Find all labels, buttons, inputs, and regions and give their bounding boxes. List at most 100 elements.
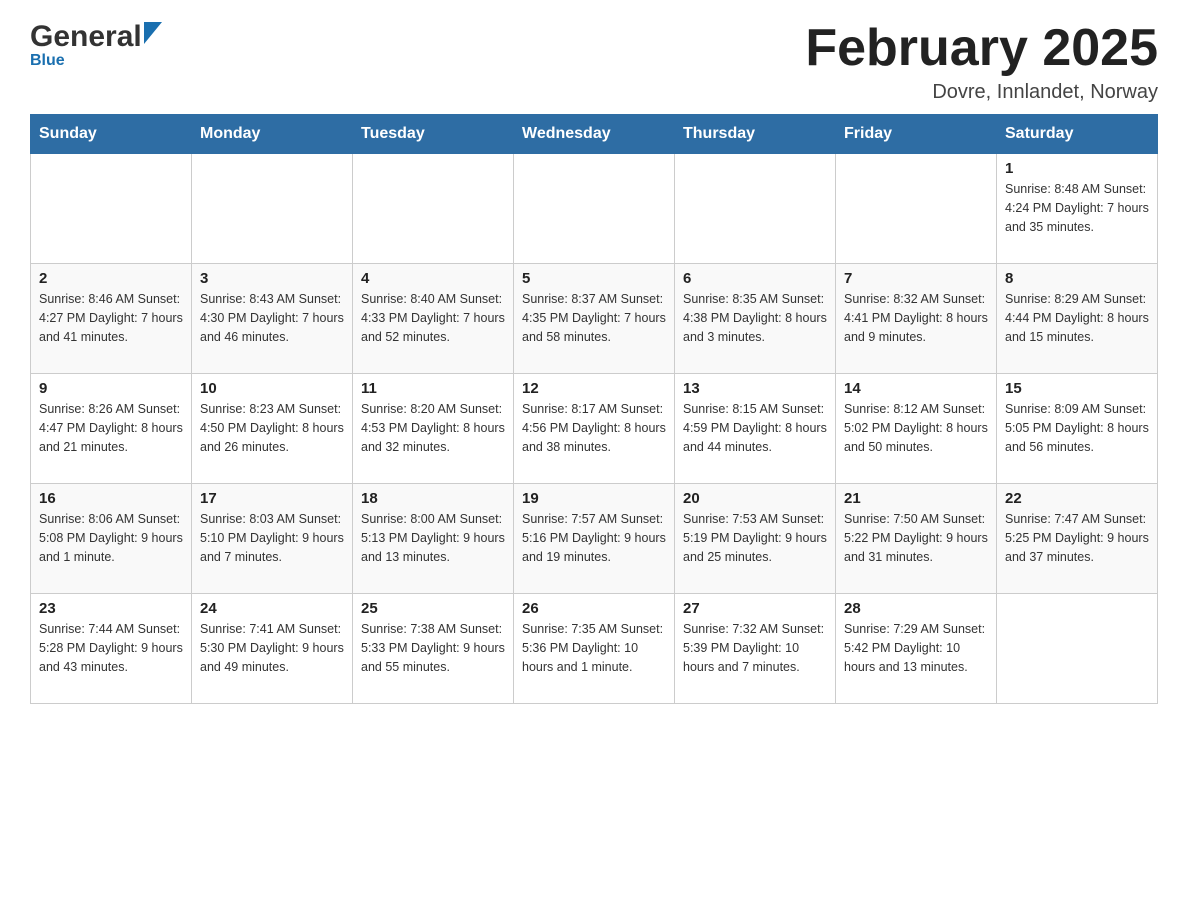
table-row <box>192 154 353 264</box>
table-row: 10 Sunrise: 8:23 AM Sunset: 4:50 PM Dayli… <box>192 374 353 484</box>
header-monday: Monday <box>192 115 353 154</box>
table-row: 4 Sunrise: 8:40 AM Sunset: 4:33 PM Daylig… <box>353 264 514 374</box>
day-number: 24 <box>200 600 344 617</box>
header-wednesday: Wednesday <box>514 115 675 154</box>
day-number: 3 <box>200 270 344 287</box>
day-number: 10 <box>200 380 344 397</box>
day-number: 7 <box>844 270 988 287</box>
day-info: Sunrise: 7:44 AM Sunset: 5:28 PM Dayligh… <box>39 620 183 676</box>
day-number: 5 <box>522 270 666 287</box>
calendar-week-row: 16Sunrise: 8:06 AM Sunset: 5:08 PM Dayli… <box>31 484 1158 594</box>
day-number: 19 <box>522 490 666 507</box>
day-info: Sunrise: 8:03 AM Sunset: 5:10 PM Dayligh… <box>200 510 344 566</box>
day-info: Sunrise: 7:47 AM Sunset: 5:25 PM Dayligh… <box>1005 510 1149 566</box>
day-info: Sunrise: 8:06 AM Sunset: 5:08 PM Dayligh… <box>39 510 183 566</box>
day-info: Sunrise: 8:15 AM Sunset: 4:59 PM Dayligh… <box>683 400 827 456</box>
day-info: Sunrise: 8:00 AM Sunset: 5:13 PM Dayligh… <box>361 510 505 566</box>
day-info: Sunrise: 8:37 AM Sunset: 4:35 PM Dayligh… <box>522 290 666 346</box>
table-row: 24 Sunrise: 7:41 AM Sunset: 5:30 PM Dayli… <box>192 594 353 704</box>
logo: General Blue <box>30 20 162 70</box>
table-row: 9 Sunrise: 8:26 AM Sunset: 4:47 PM Daylig… <box>31 374 192 484</box>
table-row: 1 Sunrise: 8:48 AM Sunset: 4:24 PM Daylig… <box>997 154 1158 264</box>
day-info: Sunrise: 7:50 AM Sunset: 5:22 PM Dayligh… <box>844 510 988 566</box>
table-row: 18 Sunrise: 8:00 AM Sunset: 5:13 PM Dayli… <box>353 484 514 594</box>
day-info: Sunrise: 8:09 AM Sunset: 5:05 PM Dayligh… <box>1005 400 1149 456</box>
calendar-week-row: 23 Sunrise: 7:44 AM Sunset: 5:28 PM Dayli… <box>31 594 1158 704</box>
calendar-week-row: 1 Sunrise: 8:48 AM Sunset: 4:24 PM Daylig… <box>31 154 1158 264</box>
table-row: 28Sunrise: 7:29 AM Sunset: 5:42 PM Dayli… <box>836 594 997 704</box>
page-header: General Blue February 2025 Dovre, Innlan… <box>30 20 1158 104</box>
day-info: Sunrise: 8:32 AM Sunset: 4:41 PM Dayligh… <box>844 290 988 346</box>
table-row: 7 Sunrise: 8:32 AM Sunset: 4:41 PM Daylig… <box>836 264 997 374</box>
table-row: 6 Sunrise: 8:35 AM Sunset: 4:38 PM Daylig… <box>675 264 836 374</box>
day-number: 13 <box>683 380 827 397</box>
table-row <box>31 154 192 264</box>
day-number: 23 <box>39 600 183 617</box>
table-row: 17 Sunrise: 8:03 AM Sunset: 5:10 PM Dayli… <box>192 484 353 594</box>
day-info: Sunrise: 8:29 AM Sunset: 4:44 PM Dayligh… <box>1005 290 1149 346</box>
day-number: 4 <box>361 270 505 287</box>
calendar-week-row: 2 Sunrise: 8:46 AM Sunset: 4:27 PM Daylig… <box>31 264 1158 374</box>
weekday-header-row: Sunday Monday Tuesday Wednesday Thursday… <box>31 115 1158 154</box>
table-row: 14 Sunrise: 8:12 AM Sunset: 5:02 PM Dayli… <box>836 374 997 484</box>
day-number: 6 <box>683 270 827 287</box>
header-tuesday: Tuesday <box>353 115 514 154</box>
header-thursday: Thursday <box>675 115 836 154</box>
day-info: Sunrise: 8:17 AM Sunset: 4:56 PM Dayligh… <box>522 400 666 456</box>
month-title: February 2025 <box>805 20 1158 77</box>
day-number: 17 <box>200 490 344 507</box>
day-info: Sunrise: 8:48 AM Sunset: 4:24 PM Dayligh… <box>1005 180 1149 236</box>
table-row: 19 Sunrise: 7:57 AM Sunset: 5:16 PM Dayli… <box>514 484 675 594</box>
day-info: Sunrise: 7:53 AM Sunset: 5:19 PM Dayligh… <box>683 510 827 566</box>
day-info: Sunrise: 8:26 AM Sunset: 4:47 PM Dayligh… <box>39 400 183 456</box>
day-info: Sunrise: 7:32 AM Sunset: 5:39 PM Dayligh… <box>683 620 827 676</box>
day-number: 18 <box>361 490 505 507</box>
title-section: February 2025 Dovre, Innlandet, Norway <box>805 20 1158 104</box>
table-row: 2 Sunrise: 8:46 AM Sunset: 4:27 PM Daylig… <box>31 264 192 374</box>
table-row <box>997 594 1158 704</box>
header-friday: Friday <box>836 115 997 154</box>
table-row <box>514 154 675 264</box>
table-row: 26 Sunrise: 7:35 AM Sunset: 5:36 PM Dayli… <box>514 594 675 704</box>
table-row <box>836 154 997 264</box>
table-row: 16Sunrise: 8:06 AM Sunset: 5:08 PM Dayli… <box>31 484 192 594</box>
day-number: 22 <box>1005 490 1149 507</box>
table-row: 21 Sunrise: 7:50 AM Sunset: 5:22 PM Dayli… <box>836 484 997 594</box>
day-info: Sunrise: 8:23 AM Sunset: 4:50 PM Dayligh… <box>200 400 344 456</box>
logo-blue-text: Blue <box>30 52 65 70</box>
day-number: 12 <box>522 380 666 397</box>
day-info: Sunrise: 8:35 AM Sunset: 4:38 PM Dayligh… <box>683 290 827 346</box>
day-number: 9 <box>39 380 183 397</box>
day-info: Sunrise: 8:40 AM Sunset: 4:33 PM Dayligh… <box>361 290 505 346</box>
table-row: 20 Sunrise: 7:53 AM Sunset: 5:19 PM Dayli… <box>675 484 836 594</box>
day-number: 15 <box>1005 380 1149 397</box>
day-number: 28 <box>844 600 988 617</box>
table-row: 23 Sunrise: 7:44 AM Sunset: 5:28 PM Dayli… <box>31 594 192 704</box>
location-text: Dovre, Innlandet, Norway <box>805 81 1158 104</box>
day-info: Sunrise: 7:41 AM Sunset: 5:30 PM Dayligh… <box>200 620 344 676</box>
header-sunday: Sunday <box>31 115 192 154</box>
table-row: 5 Sunrise: 8:37 AM Sunset: 4:35 PM Daylig… <box>514 264 675 374</box>
day-info: Sunrise: 8:43 AM Sunset: 4:30 PM Dayligh… <box>200 290 344 346</box>
day-number: 14 <box>844 380 988 397</box>
table-row: 15 Sunrise: 8:09 AM Sunset: 5:05 PM Dayli… <box>997 374 1158 484</box>
table-row <box>675 154 836 264</box>
calendar-week-row: 9 Sunrise: 8:26 AM Sunset: 4:47 PM Daylig… <box>31 374 1158 484</box>
day-info: Sunrise: 7:35 AM Sunset: 5:36 PM Dayligh… <box>522 620 666 676</box>
table-row <box>353 154 514 264</box>
day-number: 20 <box>683 490 827 507</box>
day-number: 8 <box>1005 270 1149 287</box>
day-info: Sunrise: 8:12 AM Sunset: 5:02 PM Dayligh… <box>844 400 988 456</box>
day-info: Sunrise: 7:38 AM Sunset: 5:33 PM Dayligh… <box>361 620 505 676</box>
day-number: 25 <box>361 600 505 617</box>
header-saturday: Saturday <box>997 115 1158 154</box>
day-info: Sunrise: 8:46 AM Sunset: 4:27 PM Dayligh… <box>39 290 183 346</box>
day-info: Sunrise: 7:57 AM Sunset: 5:16 PM Dayligh… <box>522 510 666 566</box>
day-number: 1 <box>1005 160 1149 177</box>
day-number: 2 <box>39 270 183 287</box>
table-row: 12 Sunrise: 8:17 AM Sunset: 4:56 PM Dayli… <box>514 374 675 484</box>
day-number: 26 <box>522 600 666 617</box>
day-number: 21 <box>844 490 988 507</box>
table-row: 25 Sunrise: 7:38 AM Sunset: 5:33 PM Dayli… <box>353 594 514 704</box>
logo-general-text: General <box>30 20 142 54</box>
